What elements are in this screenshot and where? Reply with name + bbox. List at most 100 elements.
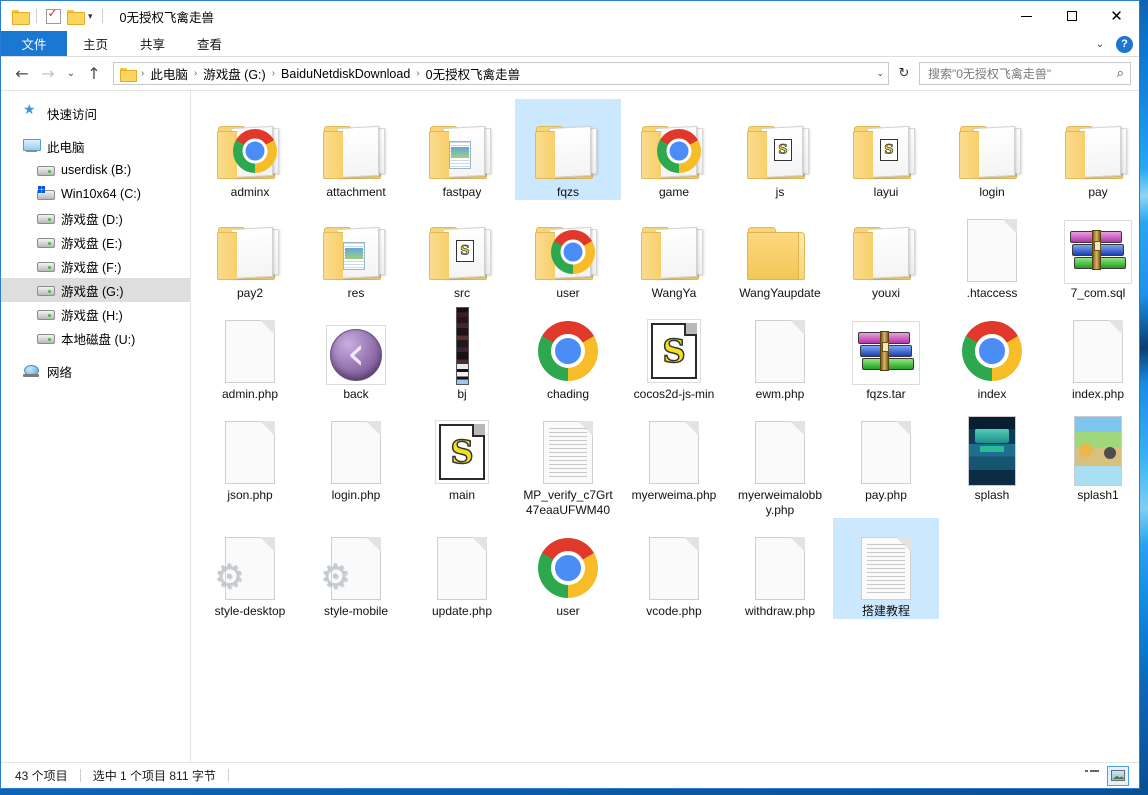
file-item[interactable]: index.php bbox=[1045, 301, 1139, 402]
file-item[interactable]: chading bbox=[515, 301, 621, 402]
sidebar-item-drive-d[interactable]: 游戏盘 (D:) bbox=[1, 206, 190, 230]
thumbnails-view-button[interactable] bbox=[1107, 766, 1129, 786]
file-item[interactable]: .htaccess bbox=[939, 200, 1045, 301]
file-icon bbox=[528, 103, 608, 183]
file-item[interactable]: pay.php bbox=[833, 402, 939, 518]
recent-locations-button[interactable]: ⌄ bbox=[61, 61, 81, 87]
close-button[interactable]: ✕ bbox=[1094, 1, 1139, 31]
search-input[interactable] bbox=[926, 66, 1117, 82]
file-item[interactable]: splash1 bbox=[1045, 402, 1139, 518]
file-list-pane[interactable]: adminx attachment fastpay fqzs game S js bbox=[191, 91, 1139, 762]
file-item[interactable]: json.php bbox=[197, 402, 303, 518]
drive-icon bbox=[37, 330, 54, 346]
file-item[interactable]: ewm.php bbox=[727, 301, 833, 402]
breadcrumb-item-3[interactable]: 0无授权飞禽走兽 bbox=[423, 64, 523, 83]
maximize-button[interactable] bbox=[1049, 1, 1094, 31]
tab-view[interactable]: 查看 bbox=[181, 31, 238, 56]
breadcrumb-item-1[interactable]: 游戏盘 (G:) bbox=[200, 64, 269, 83]
search-box[interactable]: ⌕ bbox=[919, 62, 1131, 85]
file-item[interactable]: splash bbox=[939, 402, 1045, 518]
file-item[interactable]: S cocos2d-js-min bbox=[621, 301, 727, 402]
tab-share[interactable]: 共享 bbox=[124, 31, 181, 56]
file-item[interactable]: MP_verify_c7Grt47eaaUFWM40 bbox=[515, 402, 621, 518]
file-item[interactable]: fastpay bbox=[409, 99, 515, 200]
folder-icon[interactable] bbox=[9, 1, 31, 31]
file-item[interactable]: user bbox=[515, 518, 621, 619]
file-item[interactable]: S layui bbox=[833, 99, 939, 200]
sidebar-item-drive-g[interactable]: 游戏盘 (G:) bbox=[1, 278, 190, 302]
sidebar-item-network[interactable]: 网络 bbox=[1, 359, 190, 383]
sidebar-item-local-disk-u[interactable]: 本地磁盘 (U:) bbox=[1, 326, 190, 350]
file-item[interactable]: back bbox=[303, 301, 409, 402]
file-item[interactable]: game bbox=[621, 99, 727, 200]
file-item[interactable]: index bbox=[939, 301, 1045, 402]
document-icon bbox=[755, 320, 805, 383]
file-item[interactable]: S src bbox=[409, 200, 515, 301]
file-item[interactable]: S js bbox=[727, 99, 833, 200]
sidebar-item-label: 网络 bbox=[47, 362, 72, 381]
file-label: js bbox=[774, 185, 787, 200]
file-item[interactable]: user bbox=[515, 200, 621, 301]
file-item[interactable]: fqzs bbox=[515, 99, 621, 200]
file-label: pay2 bbox=[235, 286, 265, 301]
file-item[interactable]: 搭建教程 bbox=[833, 518, 939, 619]
file-item[interactable]: style-mobile bbox=[303, 518, 409, 619]
file-label: cocos2d-js-min bbox=[632, 387, 717, 402]
file-item[interactable]: withdraw.php bbox=[727, 518, 833, 619]
chevron-down-icon[interactable]: ⌄ bbox=[876, 68, 884, 79]
file-item[interactable]: login bbox=[939, 99, 1045, 200]
back-button[interactable]: ← bbox=[9, 61, 35, 87]
file-item[interactable]: S main bbox=[409, 402, 515, 518]
file-item[interactable]: WangYa bbox=[621, 200, 727, 301]
breadcrumb-item-0[interactable]: 此电脑 bbox=[147, 64, 191, 83]
sidebar-item-userdisk-b[interactable]: userdisk (B:) bbox=[1, 158, 190, 182]
chevron-down-icon[interactable]: ▾ bbox=[86, 11, 95, 22]
properties-icon[interactable] bbox=[42, 1, 64, 31]
minimize-button[interactable] bbox=[1004, 1, 1049, 31]
sidebar-item-label: Win10x64 (C:) bbox=[61, 187, 141, 201]
file-item[interactable]: login.php bbox=[303, 402, 409, 518]
file-item[interactable]: pay2 bbox=[197, 200, 303, 301]
folder-script-icon: S bbox=[853, 123, 919, 179]
file-item[interactable]: WangYaupdate bbox=[727, 200, 833, 301]
file-icon bbox=[1058, 103, 1138, 183]
search-icon[interactable]: ⌕ bbox=[1117, 66, 1124, 81]
tab-home[interactable]: 主页 bbox=[67, 31, 124, 56]
sidebar-item-win10x64-c[interactable]: Win10x64 (C:) bbox=[1, 182, 190, 206]
breadcrumb-item-2[interactable]: BaiduNetdiskDownload bbox=[278, 67, 413, 81]
sidebar-item-drive-f[interactable]: 游戏盘 (F:) bbox=[1, 254, 190, 278]
refresh-button[interactable]: ↻ bbox=[893, 62, 915, 85]
sidebar-item-drive-h[interactable]: 游戏盘 (H:) bbox=[1, 302, 190, 326]
file-item[interactable]: style-desktop bbox=[197, 518, 303, 619]
sidebar-item-quick-access[interactable]: 快速访问 bbox=[1, 101, 190, 125]
file-item[interactable]: myerweimalobby.php bbox=[727, 402, 833, 518]
file-item[interactable]: adminx bbox=[197, 99, 303, 200]
forward-button[interactable]: → bbox=[35, 61, 61, 87]
file-item[interactable]: update.php bbox=[409, 518, 515, 619]
up-button[interactable]: ↑ bbox=[81, 61, 107, 87]
document-icon bbox=[331, 421, 381, 484]
sidebar-item-drive-e[interactable]: 游戏盘 (E:) bbox=[1, 230, 190, 254]
tab-file[interactable]: 文件 bbox=[1, 31, 67, 56]
file-item[interactable]: youxi bbox=[833, 200, 939, 301]
file-item[interactable]: fqzs.tar bbox=[833, 301, 939, 402]
file-item[interactable]: bj bbox=[409, 301, 515, 402]
breadcrumb[interactable]: › 此电脑 › 游戏盘 (G:) › BaiduNetdiskDownload … bbox=[113, 62, 889, 85]
file-item[interactable]: res bbox=[303, 200, 409, 301]
image-thumbnail-icon bbox=[968, 416, 1016, 486]
document-icon bbox=[649, 421, 699, 484]
file-item[interactable]: admin.php bbox=[197, 301, 303, 402]
new-folder-icon[interactable] bbox=[64, 1, 86, 31]
window-title: 0无授权飞禽走兽 bbox=[120, 7, 214, 26]
sidebar-item-this-pc[interactable]: 此电脑 bbox=[1, 134, 190, 158]
file-item[interactable]: vcode.php bbox=[621, 518, 727, 619]
chevron-down-icon[interactable]: ⌄ bbox=[1092, 39, 1108, 50]
file-label: fqzs bbox=[555, 185, 581, 200]
file-item[interactable]: pay bbox=[1045, 99, 1139, 200]
details-view-button[interactable] bbox=[1081, 766, 1103, 786]
help-icon[interactable]: ? bbox=[1116, 36, 1133, 53]
file-item[interactable]: myerweima.php bbox=[621, 402, 727, 518]
file-item[interactable]: attachment bbox=[303, 99, 409, 200]
file-item[interactable]: 7_com.sql bbox=[1045, 200, 1139, 301]
window-controls: ✕ bbox=[1004, 1, 1139, 31]
